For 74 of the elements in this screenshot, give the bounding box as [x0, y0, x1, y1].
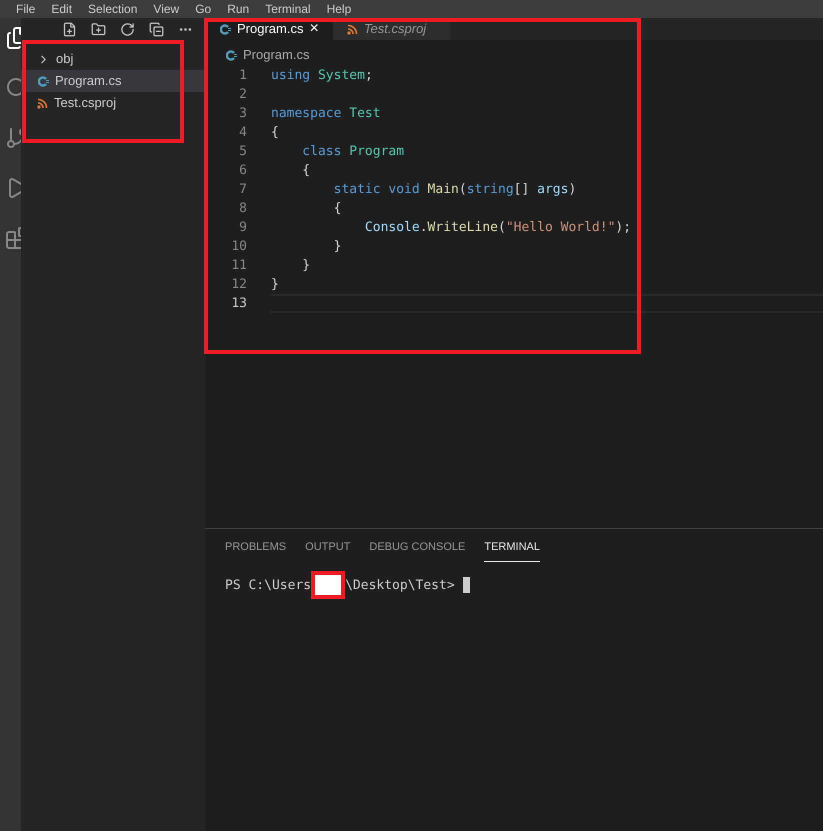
line-number: 4	[238, 124, 248, 142]
code-token: (	[498, 218, 506, 237]
code-token: "Hello World!"	[506, 218, 616, 237]
terminal-prompt: \Desktop\Test>	[345, 576, 455, 594]
menu-item[interactable]: File	[16, 0, 36, 18]
rss-icon	[37, 98, 48, 108]
code-token: System	[318, 66, 365, 85]
rss-icon	[346, 24, 358, 34]
panel-tab[interactable]: DEBUG CONSOLE	[369, 539, 466, 562]
code-token: class	[301, 142, 342, 161]
line-number: 5	[238, 142, 248, 161]
panel-tab[interactable]: TERMINAL	[484, 539, 540, 562]
code-token: Program	[349, 142, 404, 161]
code-token: .	[420, 218, 428, 237]
tab-label: Test.csproj	[364, 20, 426, 38]
file-name: Program.cs	[55, 72, 122, 90]
line-number: 6	[238, 162, 248, 180]
csharp-file-icon	[225, 50, 237, 60]
code-token: namespace	[271, 104, 342, 123]
line-number: 12	[230, 276, 248, 294]
line-number: 2	[238, 86, 248, 104]
csharp-file-icon	[219, 24, 231, 34]
breadcrumb[interactable]: Program.cs	[243, 45, 310, 65]
tree-item[interactable]: obj	[21, 48, 205, 70]
line-number: 1	[238, 66, 248, 85]
terminal-cursor	[462, 577, 470, 594]
line-number: 13	[230, 294, 248, 313]
tab-label: Program.cs	[237, 20, 304, 38]
panel-tab[interactable]: PROBLEMS	[225, 539, 286, 562]
code-token: );	[615, 218, 632, 237]
redaction-box	[311, 571, 346, 600]
code-token: []	[514, 180, 530, 199]
code-token: Console	[364, 218, 420, 237]
code-token: {	[271, 124, 279, 142]
line-number: 10	[230, 238, 248, 256]
close-icon[interactable]: ×	[309, 21, 319, 37]
menu-item[interactable]: Help	[326, 0, 352, 18]
menu-item[interactable]: Run	[227, 0, 250, 18]
code-token: }	[301, 256, 310, 275]
tree-item[interactable]: Test.csproj	[21, 92, 205, 114]
code-token: Test	[349, 104, 381, 123]
code-token: static void	[332, 180, 421, 199]
code-token: ;	[364, 66, 373, 85]
refresh-icon[interactable]	[120, 22, 135, 36]
file-name: obj	[56, 50, 74, 68]
code-token: (	[458, 180, 467, 199]
menu-item[interactable]: View	[153, 0, 180, 18]
line-number: 11	[230, 256, 248, 275]
code-token: using	[271, 66, 312, 85]
collapse-icon[interactable]	[149, 22, 164, 36]
code-token: string	[466, 180, 514, 199]
code-token: )	[568, 180, 576, 199]
new-file-icon[interactable]	[62, 22, 77, 36]
code-token: }	[271, 276, 279, 294]
code-token: args	[537, 180, 568, 199]
terminal-prompt: PS C:\Users	[225, 576, 312, 594]
menu-item[interactable]: Terminal	[265, 0, 311, 18]
new-folder-icon[interactable]	[91, 22, 106, 36]
menu-item[interactable]: Selection	[88, 0, 138, 18]
tree-item[interactable]: Program.cs	[21, 70, 205, 92]
panel-tab[interactable]: OUTPUT	[305, 539, 350, 562]
menu-item[interactable]: Go	[195, 0, 212, 18]
line-number: 3	[238, 104, 248, 123]
code-token: {	[332, 200, 342, 218]
code-token: WriteLine	[428, 218, 498, 237]
line-number: 8	[238, 200, 248, 218]
line-number: 9	[238, 218, 248, 237]
menu-item[interactable]: Edit	[51, 0, 72, 18]
file-name: Test.csproj	[54, 94, 116, 112]
code-token: Main	[428, 180, 459, 199]
line-number: 7	[238, 180, 248, 199]
code-token: {	[301, 162, 310, 180]
csharp-file-icon	[37, 76, 49, 86]
code-token: }	[332, 238, 342, 256]
